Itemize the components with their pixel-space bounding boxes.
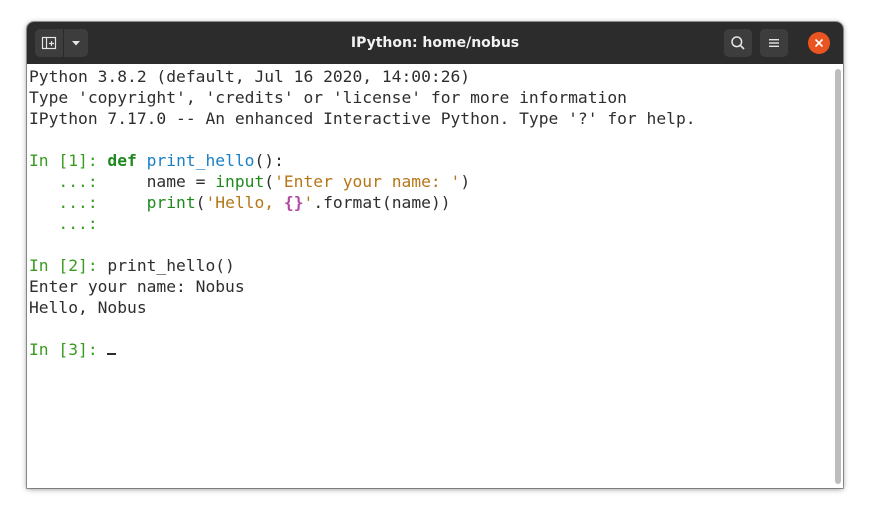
close-button[interactable] <box>808 32 830 54</box>
banner-line: Type 'copyright', 'credits' or 'license'… <box>29 88 627 107</box>
close-icon <box>814 38 824 48</box>
format-placeholder-token: {} <box>283 193 304 212</box>
terminal-window: IPython: home/nobus Python 3.8.2 (defaul… <box>27 22 843 488</box>
title-bar: IPython: home/nobus <box>27 22 843 64</box>
scrollbar-thumb[interactable] <box>835 69 841 484</box>
banner-line: IPython 7.17.0 -- An enhanced Interactiv… <box>29 109 696 128</box>
input-prompt: In [1]: <box>29 151 108 170</box>
banner-line: Python 3.8.2 (default, Jul 16 2020, 14:0… <box>29 67 471 86</box>
hamburger-menu-icon <box>769 39 779 47</box>
window-title: IPython: home/nobus <box>350 35 520 51</box>
code-token: print_hello() <box>107 256 235 275</box>
string-token: 'Hello, <box>205 193 284 212</box>
function-name-token: print_hello <box>146 151 255 170</box>
code-token: ( <box>264 172 275 191</box>
output-line: Hello, Nobus <box>29 298 147 317</box>
output-line: Enter your name: Nobus <box>29 277 245 296</box>
text-cursor <box>107 353 117 355</box>
continuation-prompt: ...: <box>29 172 108 191</box>
continuation-prompt: ...: <box>29 193 108 212</box>
builtin-token: print <box>146 193 196 212</box>
code-token: ) <box>460 172 471 191</box>
code-token: (): <box>254 151 284 170</box>
code-token: ( <box>195 193 206 212</box>
string-token: ' <box>303 193 314 212</box>
scrollbar-track[interactable] <box>833 64 843 488</box>
search-button[interactable] <box>724 29 752 57</box>
continuation-prompt: ...: <box>29 214 108 233</box>
string-token: 'Enter your name: ' <box>274 172 461 191</box>
keyword-token: def <box>107 151 137 170</box>
code-token: name = <box>107 172 216 191</box>
code-token: .format(name)) <box>313 193 451 212</box>
menu-button[interactable] <box>760 29 788 57</box>
search-icon <box>731 36 745 50</box>
input-prompt: In [2]: <box>29 256 108 275</box>
builtin-token: input <box>215 172 265 191</box>
terminal-content[interactable]: Python 3.8.2 (default, Jul 16 2020, 14:0… <box>27 64 833 488</box>
input-prompt: In [3]: <box>29 340 108 359</box>
